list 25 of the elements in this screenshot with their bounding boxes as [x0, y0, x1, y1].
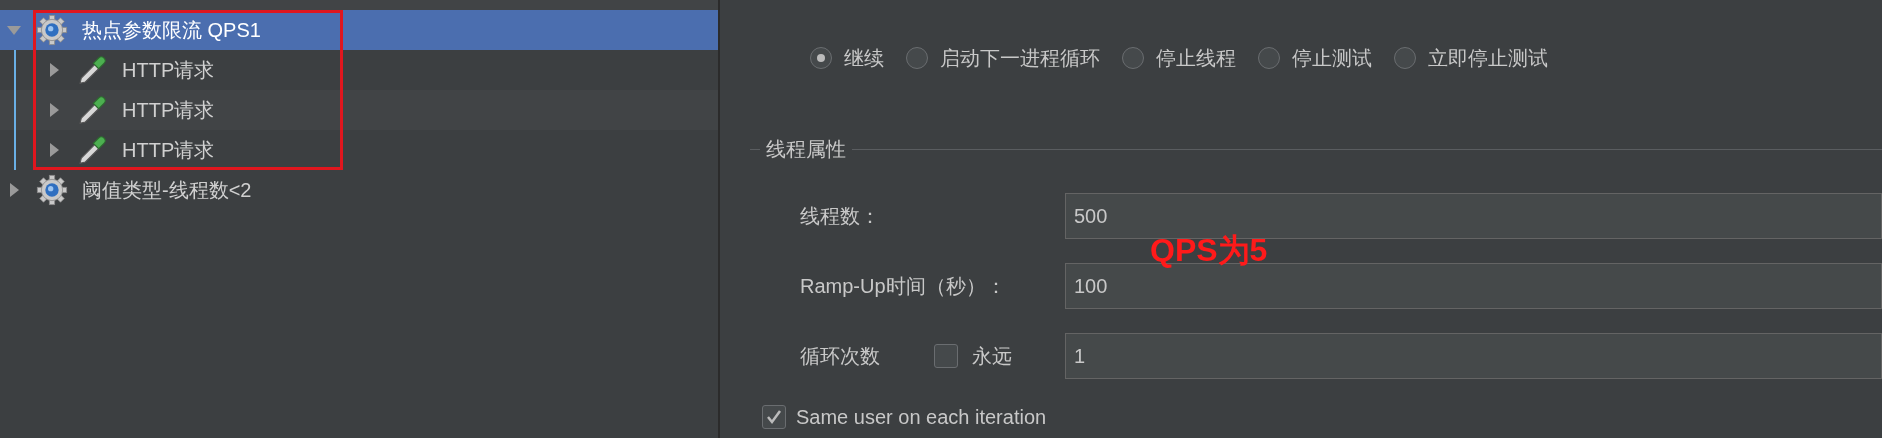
checkbox[interactable]	[762, 405, 786, 429]
radio-option[interactable]: 停止测试	[1258, 44, 1372, 72]
radio-option[interactable]: 停止线程	[1122, 44, 1236, 72]
tree-item[interactable]: 阈值类型-线程数<2	[0, 170, 718, 210]
tree-item[interactable]: HTTP请求	[0, 130, 718, 170]
tree-item[interactable]: HTTP请求	[0, 50, 718, 90]
section-title: 线程属性	[766, 137, 846, 162]
pipette-icon	[76, 134, 108, 166]
checkbox-label: Same user on each iteration	[796, 405, 1047, 429]
tree-item[interactable]: HTTP请求	[0, 90, 718, 130]
radio-option[interactable]: 启动下一进程循环	[906, 44, 1100, 72]
radio-option[interactable]: 继续	[810, 44, 884, 72]
pipette-icon	[76, 94, 108, 126]
field-label: Ramp-Up时间（秒）：	[800, 273, 1006, 299]
field-label: 线程数：	[800, 203, 880, 229]
input-field[interactable]: 1	[1065, 333, 1882, 379]
tree-item[interactable]: 热点参数限流 QPS1	[0, 10, 718, 50]
radio-option[interactable]: 立即停止测试	[1394, 44, 1548, 72]
checkbox[interactable]	[934, 344, 958, 368]
check-icon	[765, 408, 783, 426]
pipette-icon	[76, 54, 108, 86]
checkbox-label: 永远	[972, 343, 1012, 369]
field-label: 循环次数	[800, 343, 880, 369]
gear-icon	[36, 174, 68, 206]
gear-icon	[36, 14, 68, 46]
